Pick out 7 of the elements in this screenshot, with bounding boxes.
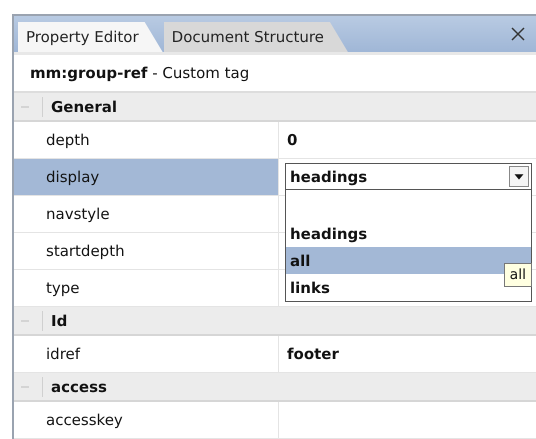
property-value: 0 [287, 131, 298, 149]
tag-title: mm:group-ref - Custom tag [30, 64, 250, 82]
category-title: General [51, 98, 117, 116]
property-value: footer [287, 345, 339, 363]
category-title: access [51, 378, 107, 396]
category-title: Id [51, 312, 68, 330]
tooltip: all [504, 263, 532, 287]
